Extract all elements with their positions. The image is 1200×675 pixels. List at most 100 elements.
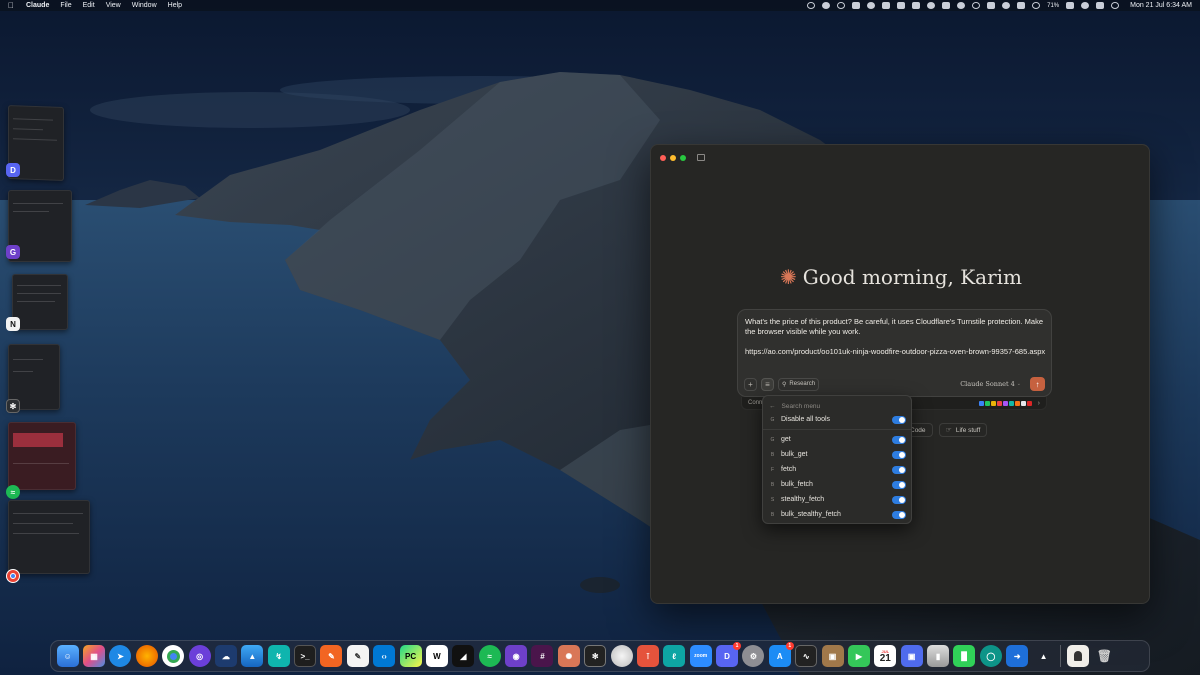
model-selector[interactable]: Claude Sonnet 4 ⌄ (960, 380, 1021, 388)
prompt-input[interactable]: What's the price of this product? Be car… (745, 317, 1050, 357)
record-icon[interactable] (807, 2, 816, 9)
cloud-app-icon[interactable]: ☁ (214, 645, 237, 667)
pen-app-icon[interactable]: ✎ (320, 645, 343, 667)
vpn-icon[interactable] (957, 2, 966, 9)
back-arrow-icon[interactable]: ← (769, 403, 776, 410)
tool-toggle[interactable] (892, 510, 906, 519)
archive-app-icon[interactable]: ▣ (821, 645, 844, 667)
numbers-icon[interactable]: ▉ (953, 645, 976, 667)
menu-window[interactable]: Window (132, 2, 157, 9)
bluetooth-icon[interactable] (987, 2, 996, 9)
vscode-icon[interactable]: ‹› (373, 645, 396, 667)
chatgpt-icon[interactable]: ✻ (584, 645, 607, 667)
calendar-icon[interactable]: JUL 21 (874, 645, 897, 667)
play-icon[interactable] (1002, 2, 1011, 9)
menu-help[interactable]: Help (168, 2, 182, 9)
chrome-icon[interactable] (6, 569, 20, 583)
chip-life-stuff[interactable]: ☞ Life stuff (938, 423, 988, 437)
stage-thumbnail[interactable] (8, 422, 76, 490)
add-content-button[interactable]: + (744, 377, 757, 391)
chevron-right-icon[interactable]: › (1038, 400, 1040, 407)
tool-row-get[interactable]: G get (769, 433, 906, 446)
cube-app-icon[interactable]: ◢ (452, 645, 475, 667)
spotify-icon[interactable]: ≈ (478, 645, 501, 667)
send-button[interactable]: ↑ (1030, 377, 1045, 391)
menu-clock[interactable]: Mon 21 Jul 6:34 AM (1130, 2, 1192, 9)
menu-view[interactable]: View (106, 2, 121, 9)
menu-extra-icon[interactable] (852, 2, 861, 9)
clipboard-icon[interactable] (882, 2, 891, 9)
cloud-icon[interactable] (927, 2, 936, 9)
github-icon[interactable]: ◉ (505, 645, 528, 667)
control-center-icon[interactable] (1096, 2, 1105, 9)
menu-edit[interactable]: Edit (83, 2, 95, 9)
disable-all-tools-row[interactable]: G Disable all tools (769, 413, 906, 426)
message-composer[interactable]: What's the price of this product? Be car… (737, 309, 1052, 397)
alt-app-icon[interactable]: ℓ (663, 645, 686, 667)
siri-icon[interactable] (1111, 2, 1120, 9)
tool-toggle[interactable] (892, 465, 906, 474)
rocket-icon[interactable]: ▲ (1033, 645, 1055, 667)
zoom-button[interactable] (680, 155, 686, 161)
cursor-icon[interactable] (942, 2, 951, 9)
tool-toggle[interactable] (892, 450, 906, 459)
textedit-icon[interactable]: ✎ (346, 645, 369, 667)
minimize-button[interactable] (670, 155, 676, 161)
terminal-icon[interactable]: >_ (294, 645, 317, 667)
slack-icon[interactable]: # (531, 645, 554, 667)
message-icon[interactable] (912, 2, 921, 9)
vpn-app-icon[interactable]: ◯ (979, 645, 1002, 667)
menu-search-field[interactable]: ← Search menu (769, 400, 905, 412)
sidebar-toggle-icon[interactable] (697, 154, 705, 161)
apple-menu-icon[interactable]:  (8, 1, 16, 10)
github-icon[interactable]: G (6, 245, 20, 259)
sail-app-icon[interactable]: ▲ (241, 645, 264, 667)
keyboard-input-icon[interactable] (1017, 2, 1026, 9)
connector-icons[interactable] (978, 400, 1032, 406)
migration-icon[interactable]: ➜ (1006, 645, 1029, 667)
tools-button[interactable]: ≡ (761, 377, 774, 391)
app-store-icon[interactable]: A1 (768, 642, 794, 667)
headphones-icon[interactable] (972, 2, 981, 9)
writer-app-icon[interactable]: W (425, 645, 448, 667)
battery-icon[interactable] (1066, 2, 1075, 9)
discord-icon[interactable]: D (6, 163, 20, 177)
tool-toggle[interactable] (892, 480, 906, 489)
chrome-icon[interactable] (162, 645, 185, 667)
safari-icon[interactable]: ➤ (109, 645, 132, 667)
downloads-stack-icon[interactable] (1066, 645, 1089, 667)
openai-status-icon[interactable] (837, 2, 846, 9)
system-settings-icon[interactable]: ⚙ (742, 645, 765, 667)
focus-icon[interactable] (1032, 2, 1041, 9)
claude-icon[interactable]: ✺ (557, 645, 580, 667)
launchpad-icon[interactable]: ▦ (83, 645, 106, 667)
firefox-icon[interactable] (135, 645, 158, 667)
bolt-app-icon[interactable]: ↯ (267, 645, 290, 667)
finder-icon[interactable]: ☺ (56, 645, 79, 667)
tool-row-fetch[interactable]: F fetch (769, 463, 906, 476)
battery-percentage[interactable]: 71% (1047, 3, 1059, 9)
facetime-icon[interactable]: ▶ (847, 645, 870, 667)
zoom-icon[interactable]: zoom (689, 645, 712, 667)
spotify-icon[interactable]: ≈ (6, 485, 20, 499)
trash-icon[interactable]: 🗑 (1093, 645, 1115, 667)
pycharm-icon[interactable]: PC (399, 645, 422, 667)
close-button[interactable] (660, 155, 666, 161)
menu-app-name[interactable]: Claude (26, 2, 49, 9)
tool-row-stealthy-fetch[interactable]: S stealthy_fetch (769, 493, 906, 506)
phone-mirror-icon[interactable]: ▮ (927, 645, 950, 667)
claude-status-icon[interactable] (822, 2, 831, 9)
tool-toggle[interactable] (892, 435, 906, 444)
notion-icon[interactable]: N (6, 317, 20, 331)
discord-icon[interactable]: D1 (716, 642, 742, 667)
stage-thumbnail[interactable] (12, 274, 68, 330)
chatgpt-icon[interactable]: ✻ (6, 399, 20, 413)
activity-monitor-icon[interactable]: ∿ (795, 645, 818, 667)
stage-thumbnail[interactable] (8, 500, 90, 574)
tool-toggle[interactable] (892, 495, 906, 504)
tool-row-bulk-stealthy-fetch[interactable]: B bulk_stealthy_fetch (769, 508, 906, 521)
disable-all-toggle[interactable] (892, 415, 906, 424)
browser-app-icon[interactable] (610, 645, 633, 667)
chat-status-icon[interactable] (867, 2, 876, 9)
wifi-icon[interactable] (1081, 2, 1090, 9)
